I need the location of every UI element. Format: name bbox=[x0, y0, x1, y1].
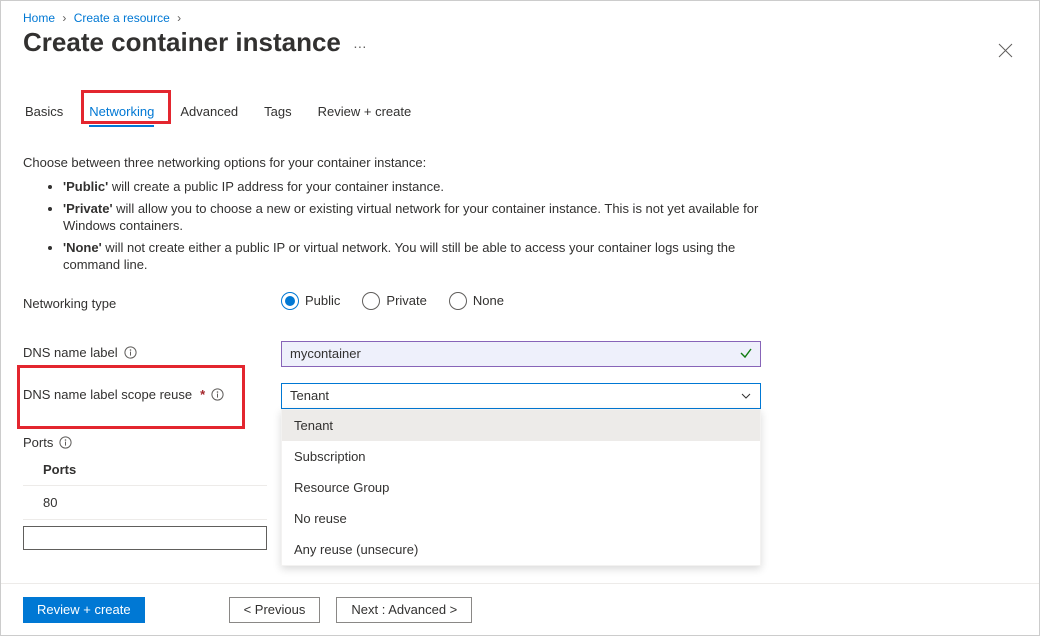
radio-none[interactable]: None bbox=[449, 292, 504, 310]
close-icon bbox=[998, 43, 1013, 58]
highlight-box-labels bbox=[17, 365, 245, 429]
bullet-public: 'Public' will create a public IP address… bbox=[63, 178, 787, 196]
bullet-private: 'Private' will allow you to choose a new… bbox=[63, 200, 787, 235]
dropdown-item-subscription[interactable]: Subscription bbox=[282, 441, 760, 472]
more-actions-button[interactable]: … bbox=[353, 35, 369, 51]
dropdown-item-any-reuse[interactable]: Any reuse (unsecure) bbox=[282, 534, 760, 565]
footer-bar: Review + create < Previous Next : Advanc… bbox=[1, 583, 1039, 635]
radio-public-label: Public bbox=[305, 293, 340, 308]
bullet-none: 'None' will not create either a public I… bbox=[63, 239, 787, 274]
radio-public[interactable]: Public bbox=[281, 292, 340, 310]
content-area: Choose between three networking options … bbox=[1, 137, 811, 550]
page-title: Create container instance bbox=[23, 27, 341, 58]
dropdown-item-resource-group[interactable]: Resource Group bbox=[282, 472, 760, 503]
dns-scope-select[interactable]: Tenant bbox=[281, 383, 761, 409]
label-ports: Ports bbox=[23, 435, 53, 450]
row-dns-label: DNS name label bbox=[23, 341, 787, 367]
tab-tags[interactable]: Tags bbox=[262, 96, 293, 137]
label-dns-name: DNS name label bbox=[23, 345, 118, 360]
tab-advanced[interactable]: Advanced bbox=[178, 96, 240, 137]
close-button[interactable] bbox=[998, 43, 1013, 61]
radio-icon bbox=[362, 292, 380, 310]
highlight-box-tab bbox=[81, 90, 171, 124]
chevron-right-icon: › bbox=[177, 11, 181, 25]
info-icon[interactable] bbox=[124, 346, 137, 359]
dns-scope-dropdown: Tenant Subscription Resource Group No re… bbox=[281, 409, 761, 566]
breadcrumb-home[interactable]: Home bbox=[23, 11, 55, 25]
dropdown-item-tenant[interactable]: Tenant bbox=[282, 410, 760, 441]
chevron-right-icon: › bbox=[62, 11, 66, 25]
options-list: 'Public' will create a public IP address… bbox=[23, 178, 787, 274]
label-networking-type: Networking type bbox=[23, 296, 116, 311]
title-row: Create container instance … bbox=[1, 25, 1039, 66]
radio-icon bbox=[281, 292, 299, 310]
check-icon bbox=[739, 346, 753, 363]
networking-type-radio-group: Public Private None bbox=[281, 292, 787, 310]
dropdown-item-no-reuse[interactable]: No reuse bbox=[282, 503, 760, 534]
dns-scope-selected-value: Tenant bbox=[290, 388, 329, 403]
row-networking-type: Networking type Public Private None bbox=[23, 292, 787, 311]
ports-add-input[interactable] bbox=[23, 526, 267, 550]
previous-button[interactable]: < Previous bbox=[229, 597, 321, 623]
next-button[interactable]: Next : Advanced > bbox=[336, 597, 472, 623]
info-icon[interactable] bbox=[59, 436, 72, 449]
ports-row: 80 bbox=[23, 486, 267, 520]
radio-private[interactable]: Private bbox=[362, 292, 426, 310]
intro-text: Choose between three networking options … bbox=[23, 155, 787, 170]
breadcrumb-create-resource[interactable]: Create a resource bbox=[74, 11, 170, 25]
ports-column-header: Ports bbox=[23, 454, 267, 486]
page-root: Home › Create a resource › Create contai… bbox=[0, 0, 1040, 636]
review-create-button[interactable]: Review + create bbox=[23, 597, 145, 623]
chevron-down-icon bbox=[740, 390, 752, 402]
radio-none-label: None bbox=[473, 293, 504, 308]
tab-review-create[interactable]: Review + create bbox=[316, 96, 414, 137]
radio-private-label: Private bbox=[386, 293, 426, 308]
breadcrumb: Home › Create a resource › bbox=[1, 1, 1039, 25]
dns-name-label-input[interactable] bbox=[281, 341, 761, 367]
radio-icon bbox=[449, 292, 467, 310]
tab-basics[interactable]: Basics bbox=[23, 96, 65, 137]
